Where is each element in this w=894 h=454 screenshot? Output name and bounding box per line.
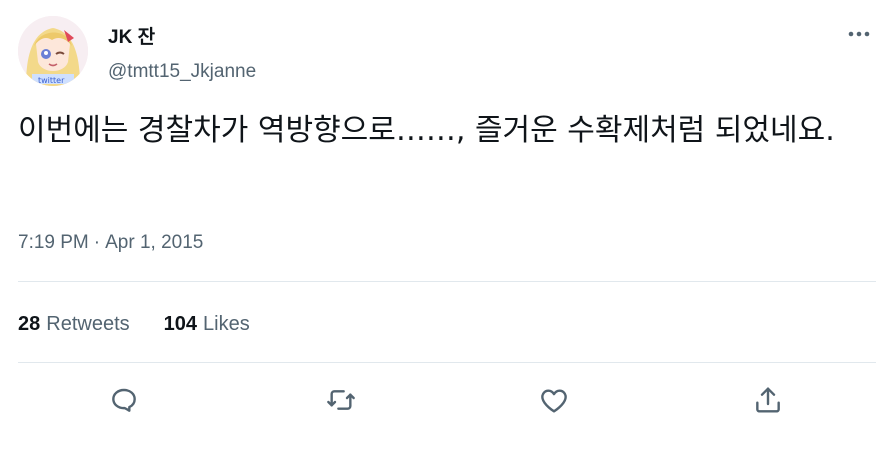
tweet-card: twitter JK 잔 @tmtt15_Jkjanne 이번에는 경찰차가 역… [0, 0, 894, 454]
reply-icon [112, 388, 136, 412]
tweet-date[interactable]: Apr 1, 2015 [105, 232, 203, 253]
avatar-anime-girl-icon: twitter [18, 16, 88, 86]
retweet-icon [327, 390, 355, 410]
tweet-text: 이번에는 경찰차가 역방향으로……, 즐거운 수확제처럼 되었네요. [18, 113, 835, 148]
likes-stat[interactable]: 104 Likes [164, 310, 250, 338]
user-handle[interactable]: @tmtt15_Jkjanne [108, 60, 256, 84]
like-icon [541, 389, 567, 413]
likes-count: 104 [163, 313, 197, 335]
more-options-button[interactable] [842, 20, 876, 48]
retweets-stat[interactable]: 28 Retweets [18, 310, 130, 338]
display-name[interactable]: JK 잔 [108, 26, 155, 50]
retweets-count: 28 [18, 313, 41, 335]
tweet-timestamp[interactable]: 7:19 PM · Apr 1, 2015 [18, 230, 203, 256]
divider [18, 281, 876, 282]
share-button[interactable] [749, 381, 787, 419]
retweet-button[interactable] [322, 381, 360, 419]
tweet-stats: 28 Retweets 104 Likes [18, 310, 250, 338]
tweet-time[interactable]: 7:19 PM [18, 232, 89, 253]
meta-separator: · [93, 232, 101, 253]
svg-text:twitter: twitter [38, 76, 65, 85]
reply-button[interactable] [105, 381, 143, 419]
more-icon [848, 31, 870, 37]
divider [18, 362, 876, 363]
retweets-label: Retweets [46, 313, 130, 335]
avatar[interactable]: twitter [18, 16, 88, 86]
share-icon [756, 387, 780, 413]
likes-label: Likes [203, 313, 250, 335]
like-button[interactable] [535, 381, 573, 419]
